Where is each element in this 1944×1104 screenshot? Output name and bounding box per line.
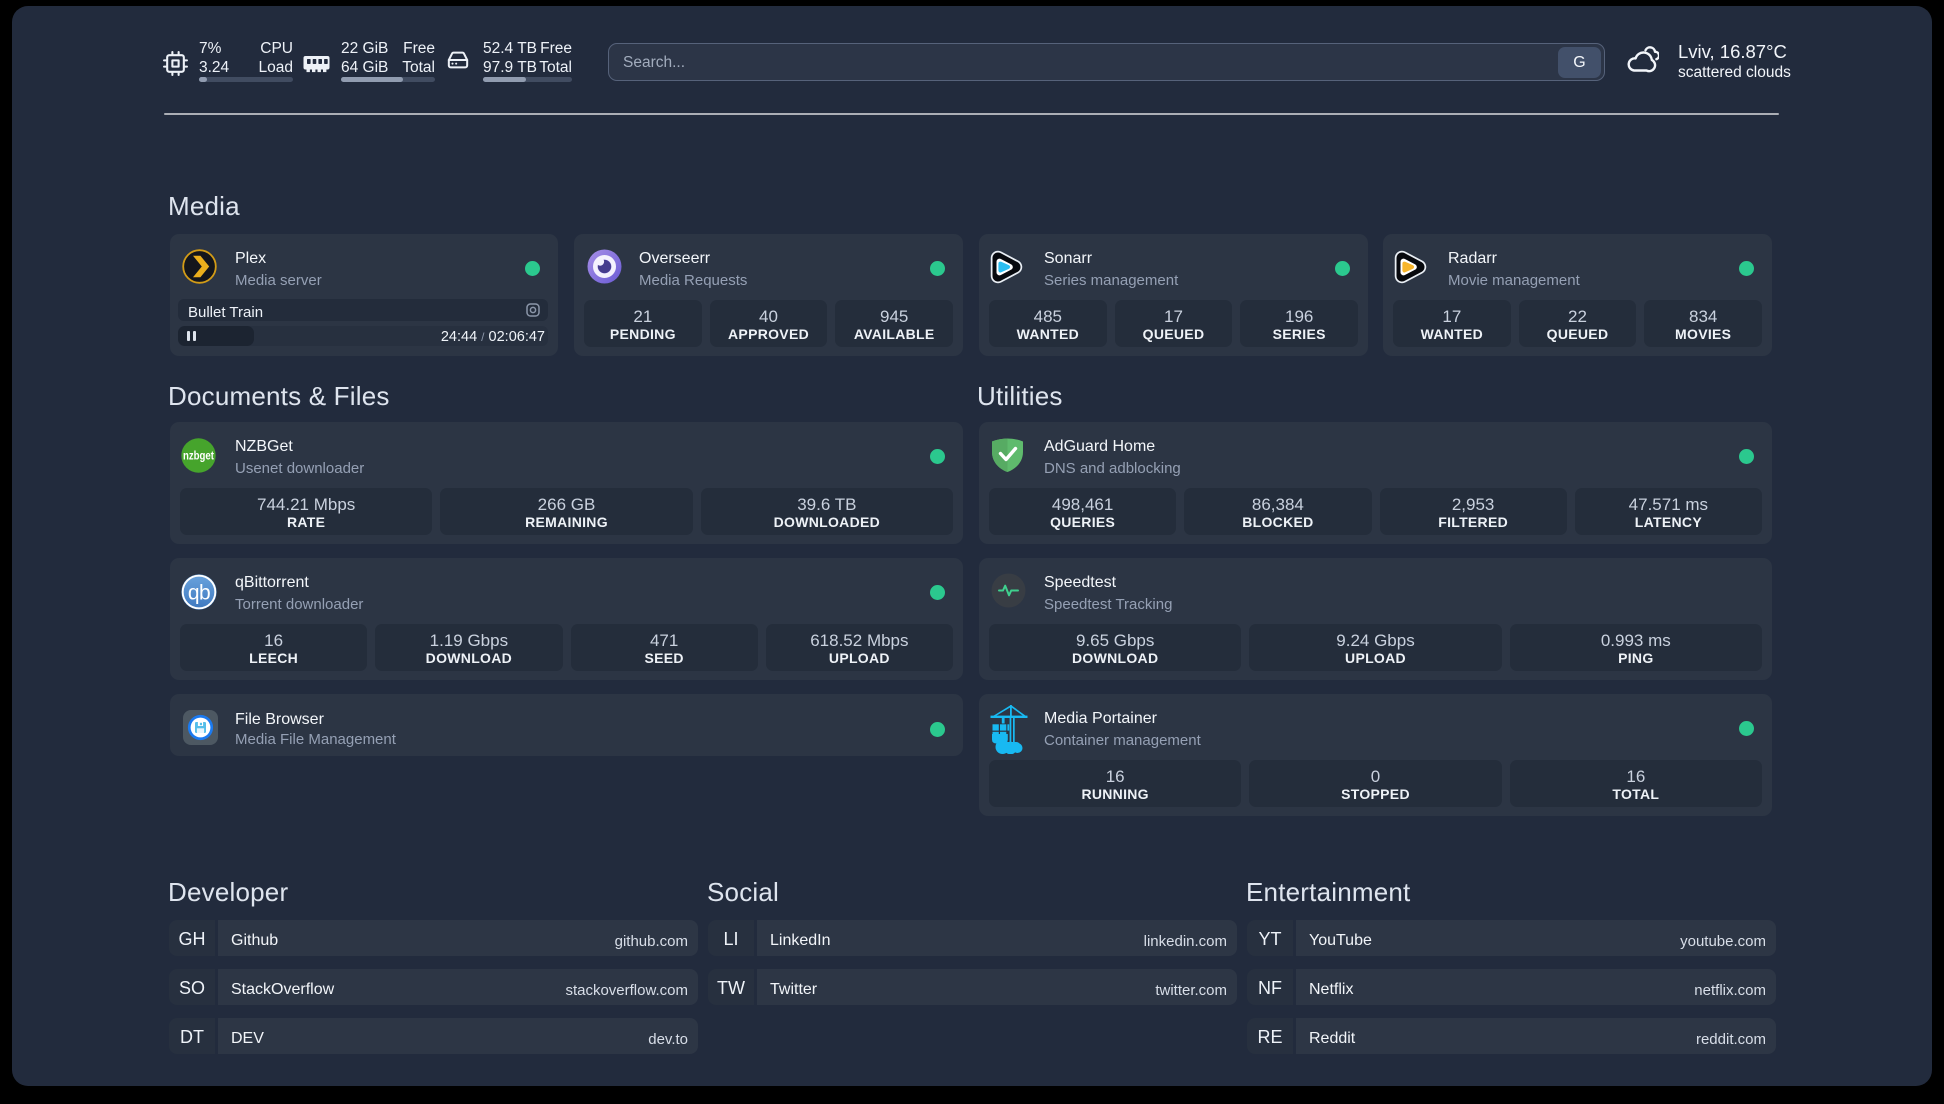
svg-text:qb: qb [188, 582, 210, 605]
svg-text:nzbget: nzbget [183, 449, 214, 463]
